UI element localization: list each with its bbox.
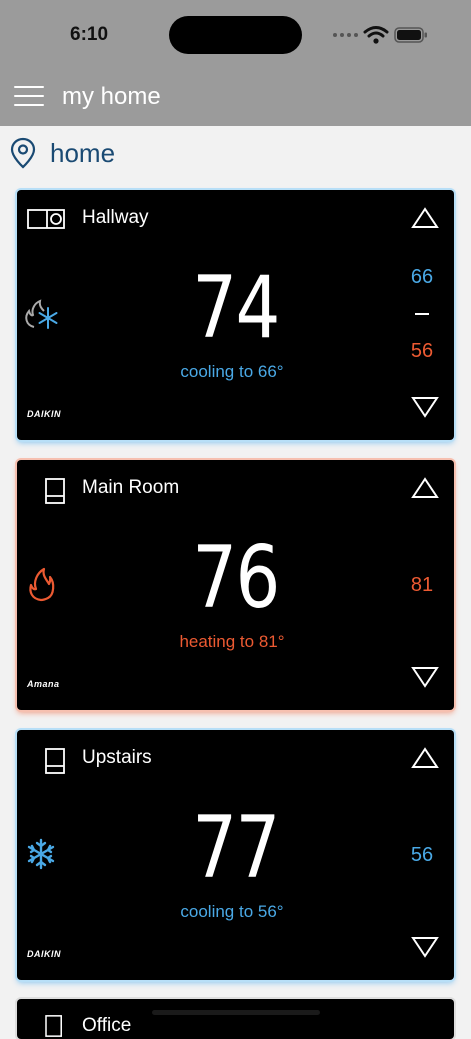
setpoint-down-arrow-icon[interactable] bbox=[410, 665, 440, 689]
thermostat-name: Hallway bbox=[82, 207, 149, 228]
thermostat-status: cooling to 56° bbox=[180, 902, 284, 921]
current-temperature: 76 bbox=[192, 528, 280, 628]
location-pin-icon bbox=[10, 137, 36, 169]
thermostat-device-icon bbox=[27, 209, 65, 229]
thermostat-device-icon bbox=[45, 1015, 62, 1037]
thermostat-device-icon bbox=[45, 748, 65, 774]
thermostat-status: heating to 81° bbox=[179, 632, 285, 651]
thermostat-card-hallway[interactable]: Hallway 74 cooling to 66° 66 56 DAIKIN bbox=[17, 190, 454, 440]
heat-setpoint[interactable]: 81 bbox=[397, 574, 447, 597]
flame-snowflake-icon bbox=[25, 299, 58, 329]
cool-setpoint[interactable]: 66 bbox=[397, 266, 447, 289]
setpoint-up-arrow-icon[interactable] bbox=[410, 206, 440, 230]
brand-logo: DAIKIN bbox=[27, 949, 61, 959]
wifi-icon bbox=[363, 26, 389, 44]
cool-setpoint[interactable]: 56 bbox=[397, 844, 447, 867]
battery-icon bbox=[394, 27, 427, 43]
app-title: my home bbox=[62, 83, 161, 110]
thermostat-name: Main Room bbox=[82, 477, 180, 498]
current-temperature: 77 bbox=[192, 798, 280, 898]
thermostat-name: Upstairs bbox=[82, 747, 152, 768]
setpoint-up-arrow-icon[interactable] bbox=[410, 746, 440, 770]
snowflake-icon bbox=[27, 838, 55, 870]
cellular-signal-icon bbox=[333, 33, 358, 37]
thermostat-name: Office bbox=[82, 1015, 132, 1036]
hamburger-menu-icon[interactable] bbox=[14, 86, 44, 108]
thermostat-device-icon bbox=[45, 478, 65, 504]
current-temperature: 74 bbox=[192, 258, 280, 358]
thermostat-card-upstairs[interactable]: Upstairs 77 cooling to 56° 56 DAIKIN bbox=[17, 730, 454, 980]
home-indicator bbox=[152, 1010, 320, 1015]
setpoint-separator bbox=[415, 313, 429, 315]
brand-logo: Amana bbox=[27, 679, 60, 689]
setpoint-up-arrow-icon[interactable] bbox=[410, 476, 440, 500]
location-selector[interactable]: home bbox=[10, 136, 115, 170]
location-name: home bbox=[50, 137, 116, 168]
thermostat-card-main-room[interactable]: Main Room 76 heating to 81° 81 Amana bbox=[17, 460, 454, 710]
thermostat-status: cooling to 66° bbox=[180, 362, 284, 381]
setpoint-down-arrow-icon[interactable] bbox=[410, 395, 440, 419]
brand-logo: DAIKIN bbox=[27, 409, 61, 419]
heat-setpoint[interactable]: 56 bbox=[397, 340, 447, 363]
flame-icon bbox=[29, 567, 55, 602]
setpoint-down-arrow-icon[interactable] bbox=[410, 935, 440, 959]
status-time: 6:10 bbox=[70, 24, 109, 45]
dynamic-island bbox=[169, 16, 302, 54]
thermostat-card-office[interactable]: Office bbox=[17, 999, 454, 1039]
